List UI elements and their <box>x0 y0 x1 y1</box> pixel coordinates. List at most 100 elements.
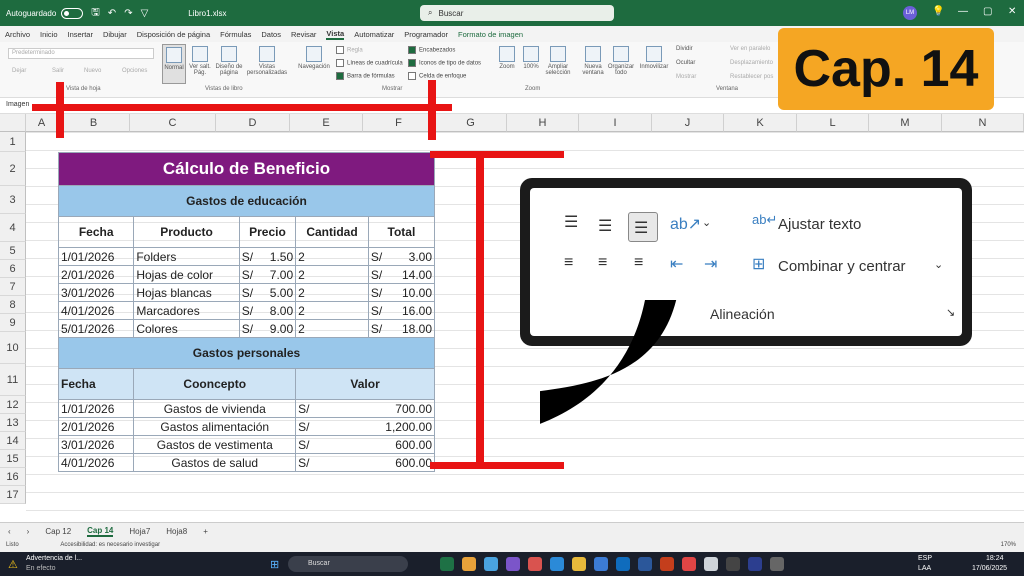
cell-price[interactable]: 1.50 <box>259 247 297 266</box>
save-icon[interactable]: 🖫 <box>91 5 100 22</box>
focus-cell-checkbox[interactable]: Celda de enfoque <box>408 72 466 80</box>
tab-view[interactable]: Vista <box>326 29 345 40</box>
cell-total[interactable]: 10.00 <box>389 283 436 302</box>
merge-dropdown-icon[interactable]: ⌄ <box>934 258 943 271</box>
column-header[interactable]: G <box>435 114 507 132</box>
cell-price[interactable]: 7.00 <box>259 265 297 284</box>
tab-picture-format[interactable]: Formato de imagen <box>458 30 523 39</box>
formula-bar-checkbox[interactable]: Barra de fórmulas <box>336 72 395 80</box>
filter-icon[interactable]: ▽ <box>141 8 149 19</box>
tab-review[interactable]: Revisar <box>291 30 316 39</box>
column-header[interactable]: A <box>26 114 58 132</box>
cell-date[interactable]: 4/01/2026 <box>57 453 135 472</box>
tab-nav-next-icon[interactable]: › <box>27 527 30 536</box>
undo-icon[interactable]: ↶ <box>108 8 116 19</box>
cell-concept[interactable]: Gastos de vivienda <box>133 399 297 418</box>
tab-data[interactable]: Datos <box>261 30 281 39</box>
cell-date[interactable]: 4/01/2026 <box>57 301 135 320</box>
cell-currency[interactable]: S/ <box>367 265 390 284</box>
tab-nav-prev-icon[interactable]: ‹ <box>8 527 11 536</box>
ruler-checkbox[interactable]: Regla <box>336 46 363 54</box>
reset-position-button[interactable]: Restablecer pos <box>730 74 773 80</box>
cell-quantity[interactable]: 2 <box>295 247 369 266</box>
zoom-button[interactable]: Zoom <box>496 46 518 70</box>
store-icon[interactable] <box>594 557 608 571</box>
cell-product[interactable]: Hojas blancas <box>133 283 240 302</box>
minimize-icon[interactable]: — <box>958 6 968 17</box>
row-header[interactable]: 8 <box>0 296 26 314</box>
close-icon[interactable]: ✕ <box>1008 6 1016 17</box>
cell-price[interactable]: 5.00 <box>259 283 297 302</box>
chrome-icon[interactable] <box>462 557 476 571</box>
cell-date[interactable]: 2/01/2026 <box>57 265 135 284</box>
section-header-personal[interactable]: Gastos personales <box>58 337 435 369</box>
column-label-date-2[interactable]: Fecha <box>57 368 135 400</box>
cell-concept[interactable]: Gastos de vestimenta <box>133 435 297 454</box>
cell-date[interactable]: 3/01/2026 <box>57 435 135 454</box>
windows-start-icon[interactable]: ⊞ <box>270 558 279 571</box>
normal-view-button[interactable]: Normal <box>162 44 186 84</box>
taskbar-search[interactable]: Buscar <box>288 556 408 572</box>
app-icon[interactable] <box>506 557 520 571</box>
row-header[interactable]: 12 <box>0 396 26 414</box>
cell-currency[interactable]: S/ <box>367 301 390 320</box>
mcafee-icon[interactable] <box>682 557 696 571</box>
align-right-icon[interactable]: ≡ <box>634 254 643 272</box>
photoshop-icon[interactable] <box>748 557 762 571</box>
cell-date[interactable]: 3/01/2026 <box>57 283 135 302</box>
column-header[interactable]: J <box>652 114 724 132</box>
row-header[interactable]: 9 <box>0 314 26 332</box>
cell-currency[interactable]: S/ <box>238 319 260 338</box>
merge-center-button[interactable]: Combinar y centrar <box>778 258 906 275</box>
cell-value[interactable]: 600.00 <box>368 435 436 454</box>
add-sheet-icon[interactable]: + <box>203 527 208 536</box>
select-all-corner[interactable] <box>0 114 26 132</box>
tab-formulas[interactable]: Fórmulas <box>220 30 251 39</box>
cell-total[interactable]: 14.00 <box>389 265 436 284</box>
row-header[interactable]: 2 <box>0 152 26 186</box>
copilot-icon[interactable] <box>484 557 498 571</box>
accessibility-status[interactable]: Accesibilidad: es necesario investigar <box>60 542 160 548</box>
cell-date[interactable]: 1/01/2026 <box>57 247 135 266</box>
column-label-date[interactable]: Fecha <box>57 216 135 248</box>
cell-product[interactable]: Colores <box>133 319 240 338</box>
column-header[interactable]: L <box>797 114 869 132</box>
cell-total[interactable]: 18.00 <box>389 319 436 338</box>
cell-value[interactable]: 1,200.00 <box>368 417 436 436</box>
word-icon[interactable] <box>638 557 652 571</box>
chevron-down-icon[interactable]: ⌄ <box>702 216 711 229</box>
column-header[interactable]: B <box>58 114 130 132</box>
row-header[interactable]: 13 <box>0 414 26 432</box>
tab-page-layout[interactable]: Disposición de página <box>137 30 210 39</box>
row-header[interactable]: 4 <box>0 214 26 242</box>
column-header[interactable]: E <box>290 114 363 132</box>
orientation-icon[interactable]: ab↗ <box>670 214 701 234</box>
cell-date[interactable]: 2/01/2026 <box>57 417 135 436</box>
cell-product[interactable]: Hojas de color <box>133 265 240 284</box>
column-label-value[interactable]: Valor <box>295 368 435 400</box>
split-button[interactable]: Dividir <box>676 46 693 52</box>
align-center-icon[interactable]: ≡ <box>598 254 607 272</box>
cell-total[interactable]: 16.00 <box>389 301 436 320</box>
column-header[interactable]: F <box>363 114 435 132</box>
cell-currency[interactable]: S/ <box>367 319 390 338</box>
row-header[interactable]: 16 <box>0 468 26 486</box>
wrap-text-button[interactable]: Ajustar texto <box>778 216 861 233</box>
column-label-concept[interactable]: Cooncepto <box>133 368 297 400</box>
file-explorer-icon[interactable] <box>572 557 586 571</box>
cell-currency[interactable]: S/ <box>238 301 260 320</box>
sync-scroll-button[interactable]: Desplazamiento <box>730 60 773 66</box>
zoom-selection-button[interactable]: Ampliar selección <box>544 46 572 76</box>
row-header[interactable]: 15 <box>0 450 26 468</box>
keep-button[interactable]: Dejar <box>12 68 26 74</box>
column-label-product[interactable]: Producto <box>133 216 240 248</box>
sheet-view-dropdown[interactable]: Predeterminado <box>8 48 154 59</box>
input-language[interactable]: ESP <box>918 555 932 562</box>
column-header[interactable]: H <box>507 114 579 132</box>
cell-currency[interactable]: S/ <box>367 283 390 302</box>
row-header[interactable]: 11 <box>0 364 26 396</box>
row-header[interactable]: 5 <box>0 242 26 260</box>
column-header[interactable]: N <box>942 114 1024 132</box>
redo-icon[interactable]: ↷ <box>124 8 132 19</box>
edge-icon[interactable] <box>550 557 564 571</box>
